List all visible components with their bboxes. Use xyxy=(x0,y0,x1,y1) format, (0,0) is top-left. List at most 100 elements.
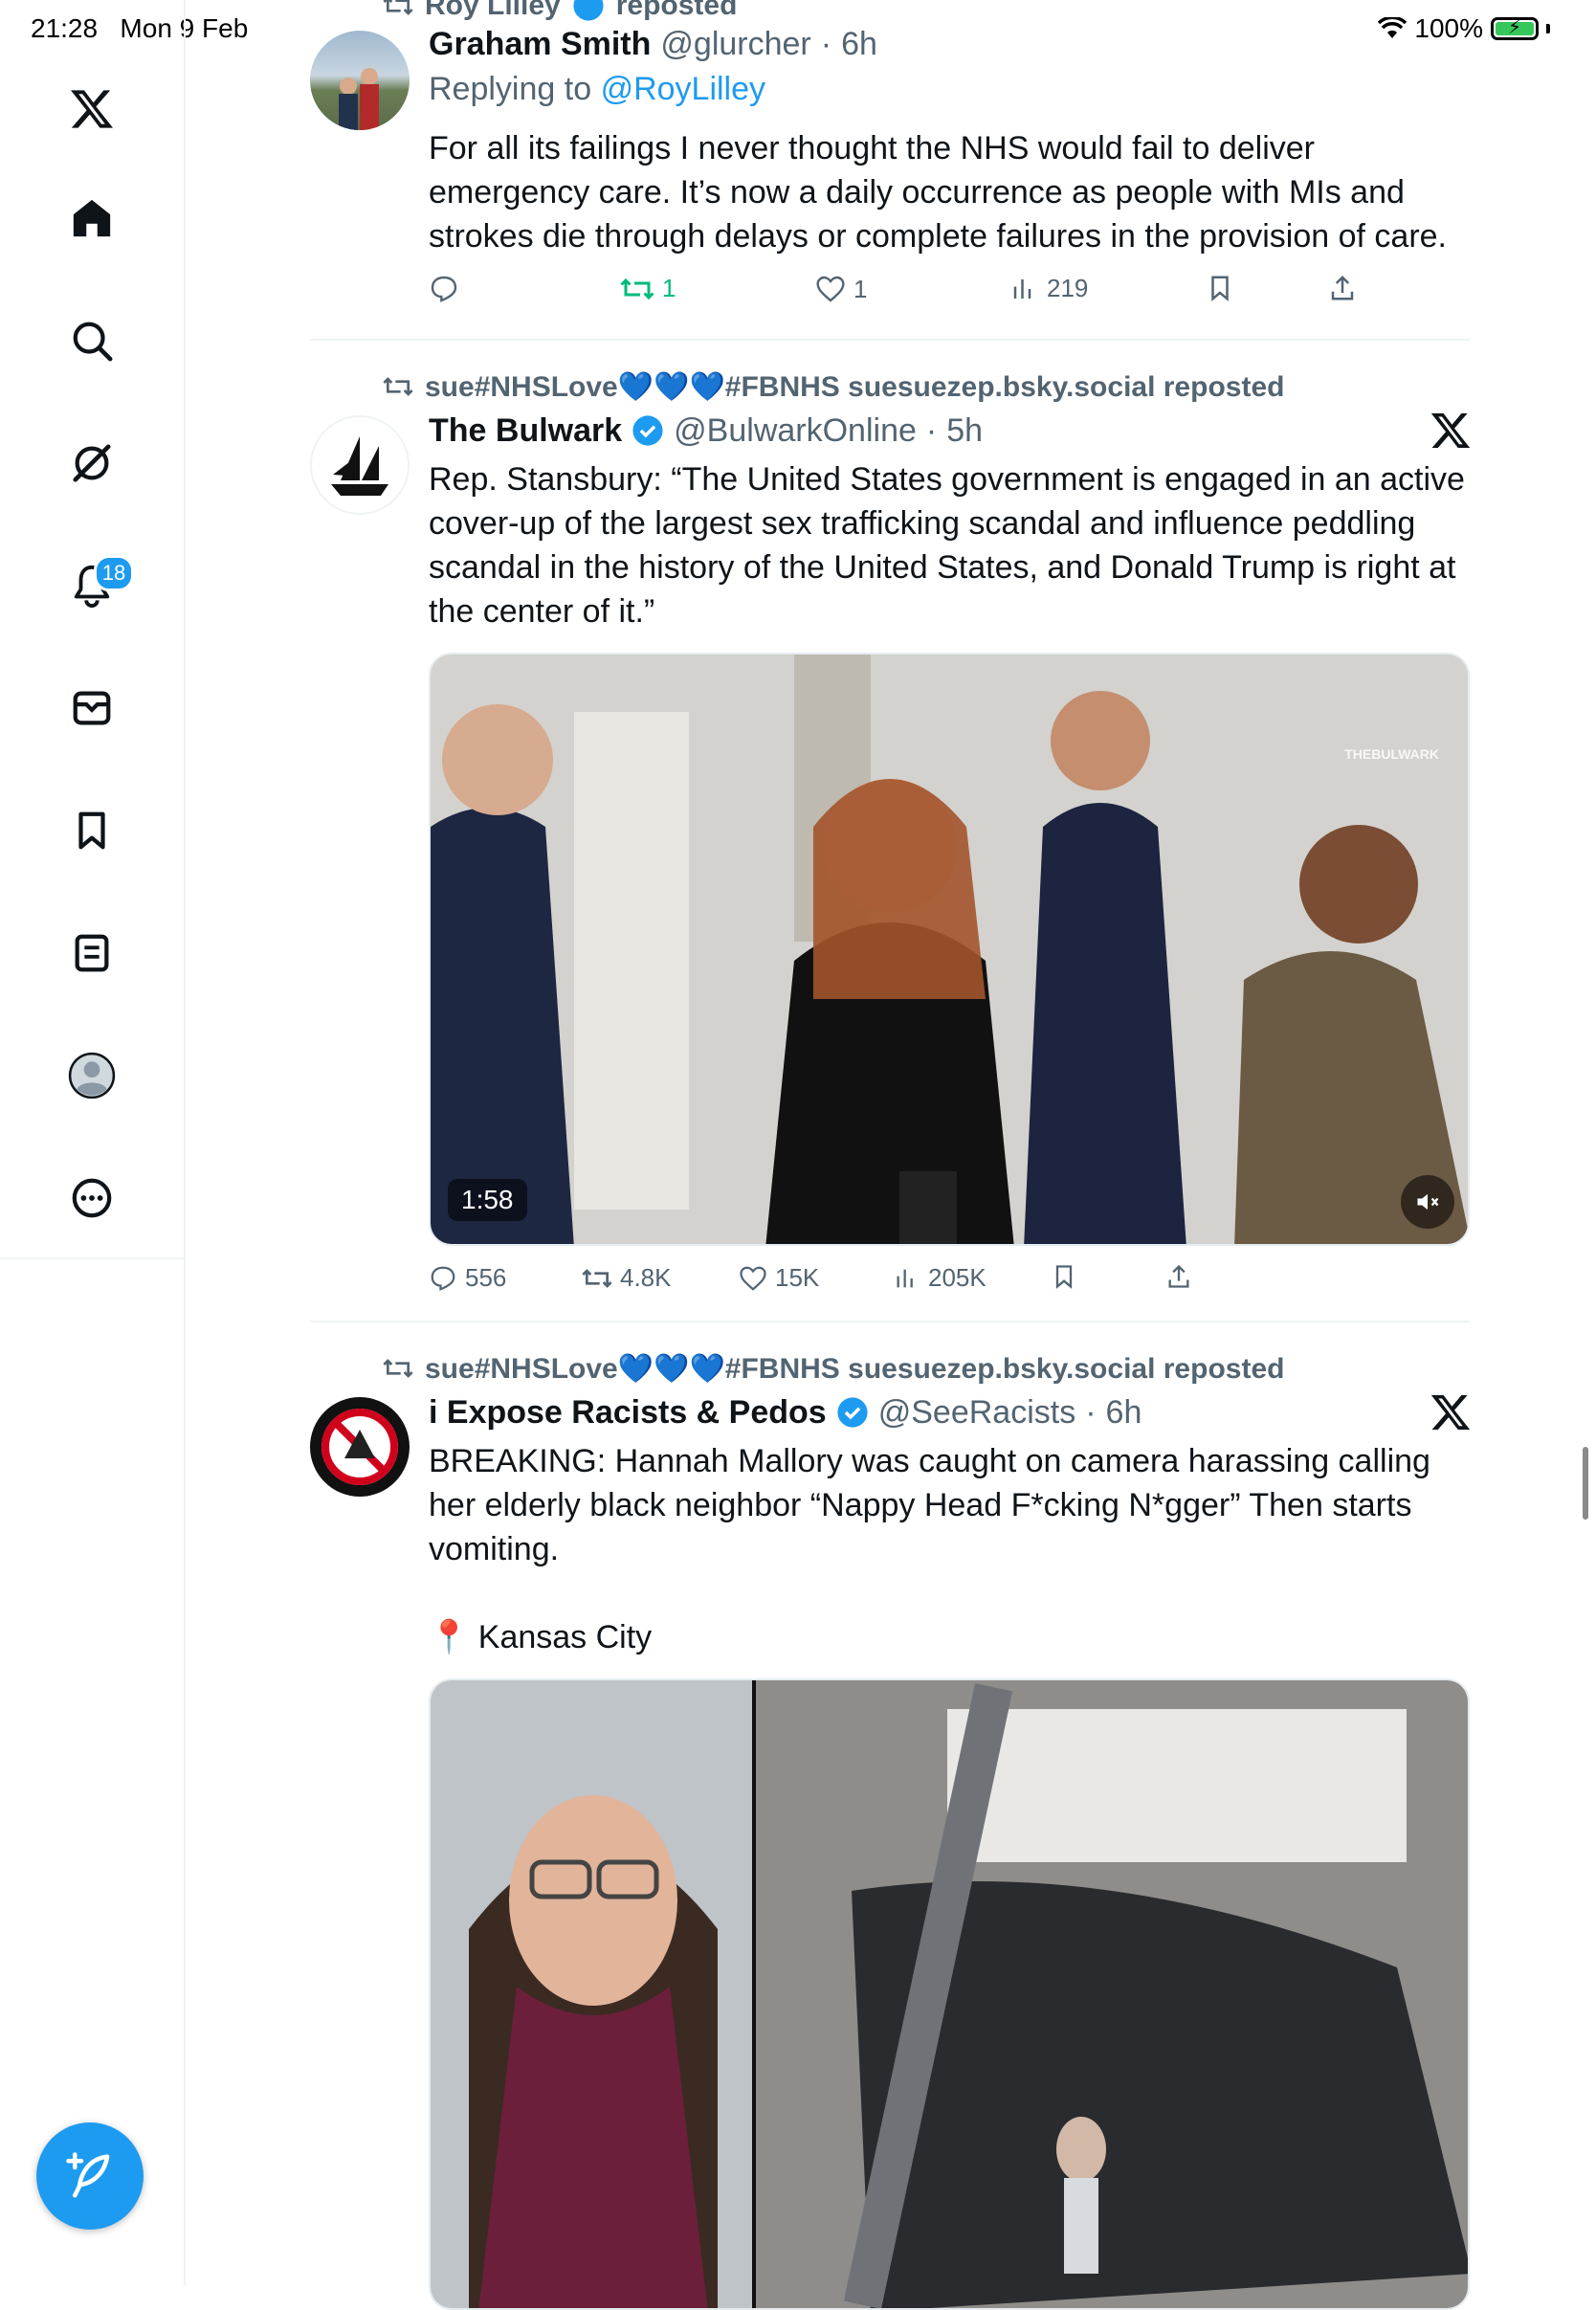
reply-icon xyxy=(431,276,457,302)
verified-badge-icon xyxy=(632,415,663,446)
views-icon xyxy=(897,1269,913,1287)
author-name[interactable]: Graham Smith xyxy=(429,26,651,63)
retweet-icon xyxy=(582,1268,612,1288)
tweet-divider xyxy=(310,1321,1470,1322)
search-icon[interactable] xyxy=(57,306,126,375)
view-count: 205K xyxy=(928,1263,986,1292)
avatar-graham-smith[interactable] xyxy=(310,31,410,130)
bookmark-icon xyxy=(1055,1265,1073,1289)
views-icon xyxy=(1013,278,1031,299)
tweet-3-repost-header: sue#NHSLove💙💙💙#FBNHS suesuezep.bsky.soci… xyxy=(383,1349,1284,1388)
tweet-3-location: 📍 Kansas City xyxy=(429,1619,653,1655)
wifi-icon xyxy=(1378,17,1408,38)
bookmark-button[interactable] xyxy=(1206,274,1234,302)
reply-button[interactable]: 556 xyxy=(429,1263,506,1293)
tweet-time[interactable]: 6h xyxy=(1106,1394,1142,1432)
video-watermark: THEBULWARK xyxy=(1344,746,1439,762)
like-button[interactable]: 1 xyxy=(815,274,867,304)
tweet-2-header: The Bulwark @BulwarkOnline · 5h xyxy=(429,410,983,452)
sidebar: 18 xyxy=(0,0,186,2285)
repost-by[interactable]: sue#NHSLove💙💙💙#FBNHS suesuezep.bsky.soci… xyxy=(425,370,1284,404)
tweet-time[interactable]: 6h xyxy=(841,26,877,63)
grok-icon[interactable] xyxy=(57,429,126,498)
repost-suffix: reposted xyxy=(615,0,738,21)
author-handle[interactable]: @SeeRacists xyxy=(878,1394,1075,1432)
lists-icon[interactable] xyxy=(57,919,126,988)
home-icon[interactable] xyxy=(57,184,126,253)
retweet-count: 1 xyxy=(662,274,676,302)
like-button[interactable]: 15K xyxy=(739,1263,819,1293)
avatar-iexpose[interactable] xyxy=(310,1397,410,1497)
image-photos xyxy=(431,1680,1468,2308)
reply-icon xyxy=(431,1266,455,1291)
video-duration: 1:58 xyxy=(448,1179,527,1221)
messages-icon[interactable] xyxy=(57,674,126,743)
view-count: 219 xyxy=(1047,274,1089,302)
verified-badge-icon xyxy=(837,1397,868,1428)
more-icon[interactable] xyxy=(57,1164,126,1233)
profile-icon[interactable] xyxy=(57,1041,126,1110)
tweet-1-repost-header: Roy Lilley reposted xyxy=(383,0,737,25)
scroll-indicator[interactable] xyxy=(1583,1447,1588,1520)
retweet-icon xyxy=(383,377,413,396)
battery-icon: ⚡ xyxy=(1491,17,1539,40)
tweet-1-actions: 1 1 219 xyxy=(429,274,1472,312)
tweet-1-header: Graham Smith @glurcher · 6h xyxy=(429,23,877,65)
avatar-the-bulwark[interactable] xyxy=(310,415,410,515)
retweet-icon xyxy=(620,278,654,300)
repost-by[interactable]: sue#NHSLove💙💙💙#FBNHS suesuezep.bsky.soci… xyxy=(425,1352,1284,1386)
tweet-3-text: BREAKING: Hannah Mallory was caught on c… xyxy=(429,1443,1430,1567)
image-collage[interactable] xyxy=(429,1678,1470,2310)
share-icon xyxy=(1331,275,1354,300)
tweet-2-actions: 556 4.8K 15K 205K xyxy=(429,1263,1472,1301)
verified-badge-icon xyxy=(573,0,604,21)
reply-context: Replying to @RoyLilley xyxy=(429,71,765,108)
share-button[interactable] xyxy=(1328,274,1357,302)
video-player[interactable]: 1:58 THEBULWARK xyxy=(429,653,1470,1246)
x-source-icon[interactable] xyxy=(1430,1391,1472,1433)
retweet-icon xyxy=(383,1359,413,1378)
x-source-icon[interactable] xyxy=(1430,410,1472,452)
status-indicators: 100% ⚡ xyxy=(1378,13,1550,44)
reply-count: 556 xyxy=(465,1263,507,1292)
no-symbol-logo-icon xyxy=(321,1409,398,1485)
mute-button[interactable] xyxy=(1401,1175,1454,1229)
retweet-icon xyxy=(383,0,413,15)
bookmark-icon xyxy=(1211,276,1229,301)
tweet-2-repost-header: sue#NHSLove💙💙💙#FBNHS suesuezep.bsky.soci… xyxy=(383,367,1284,406)
author-name[interactable]: The Bulwark xyxy=(429,412,622,450)
retweet-button[interactable]: 4.8K xyxy=(582,1263,672,1293)
heart-icon xyxy=(816,276,845,302)
battery-percent: 100% xyxy=(1414,13,1483,43)
tweet-time[interactable]: 5h xyxy=(946,412,983,450)
sidebar-divider xyxy=(0,1257,184,1259)
reply-to-link[interactable]: @RoyLilley xyxy=(601,71,765,107)
author-name[interactable]: i Expose Racists & Pedos xyxy=(429,1394,827,1432)
tweet-1-text: For all its failings I never thought the… xyxy=(429,130,1447,255)
heart-icon xyxy=(740,1266,766,1291)
avatar-photo xyxy=(339,68,379,130)
video-frame xyxy=(431,655,1468,1244)
views-button[interactable]: 205K xyxy=(894,1263,986,1293)
bookmarks-icon[interactable] xyxy=(57,796,126,865)
compose-button[interactable] xyxy=(36,2122,144,2230)
dot-separator: · xyxy=(1085,1393,1097,1431)
author-handle[interactable]: @BulwarkOnline xyxy=(674,412,917,450)
x-logo-icon[interactable] xyxy=(57,75,126,144)
retweet-count: 4.8K xyxy=(620,1263,672,1292)
views-button[interactable]: 219 xyxy=(1010,274,1088,303)
share-button[interactable] xyxy=(1165,1263,1192,1290)
notifications-badge: 18 xyxy=(94,555,134,591)
like-count: 15K xyxy=(775,1263,820,1292)
tweet-divider xyxy=(310,339,1470,341)
author-handle[interactable]: @glurcher xyxy=(660,26,810,63)
reply-button[interactable] xyxy=(429,274,467,304)
compose-icon xyxy=(66,2152,110,2198)
dot-separator: · xyxy=(820,25,832,62)
like-count: 1 xyxy=(853,274,868,303)
reposter-name[interactable]: Roy Lilley xyxy=(425,0,561,22)
retweet-button[interactable]: 1 xyxy=(620,274,676,303)
ship-logo-icon xyxy=(331,436,388,496)
muted-speaker-icon xyxy=(1417,1193,1439,1211)
bookmark-button[interactable] xyxy=(1051,1263,1077,1290)
